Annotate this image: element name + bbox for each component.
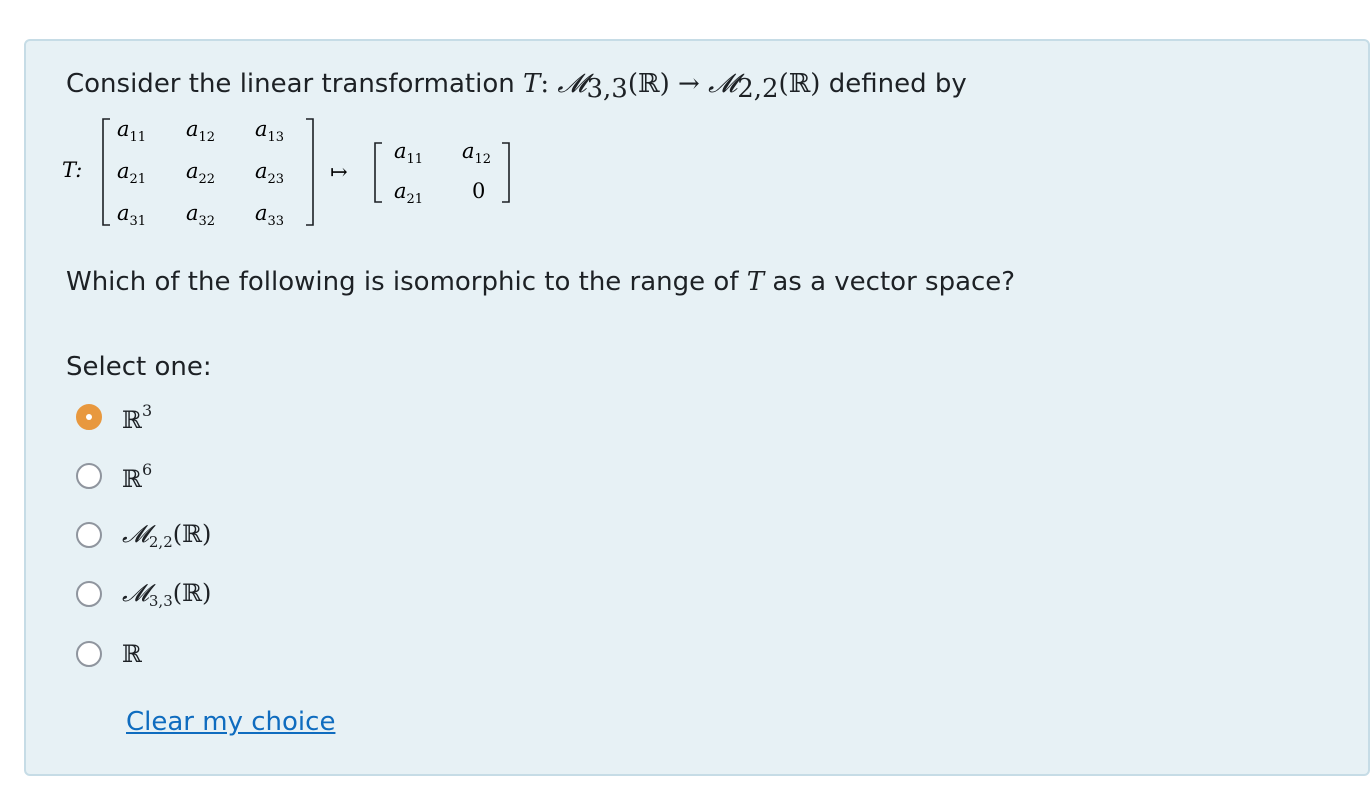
radio-m22[interactable] bbox=[76, 522, 102, 548]
input-entry: a33 bbox=[255, 201, 284, 229]
option-sub: 3,3 bbox=[148, 591, 173, 610]
output-entry: a21 bbox=[394, 179, 423, 207]
option-r6[interactable]: ℝ6 bbox=[76, 459, 152, 493]
matrix-mapping-svg: T: a11 a12 a13a21 a22 a23a31 a32 a33 ↦ a11 a12a… bbox=[62, 117, 510, 229]
output-left-bracket bbox=[374, 142, 382, 203]
option-sup: 6 bbox=[141, 459, 153, 479]
intro-suffix: defined by bbox=[820, 69, 967, 99]
option-base: 𝓜 bbox=[122, 519, 149, 548]
option-base: 𝓜 bbox=[122, 578, 149, 607]
option-m22[interactable]: 𝓜2,2(ℝ) bbox=[76, 518, 211, 552]
input-entry: a31 bbox=[117, 201, 146, 229]
codomain-field: (ℝ) bbox=[778, 69, 821, 99]
input-entry: a13 bbox=[255, 117, 284, 145]
option-label: 𝓜3,3(ℝ) bbox=[122, 579, 211, 610]
option-r3[interactable]: ℝ3 bbox=[76, 400, 152, 434]
output-matrix: a11 a12 a21 0 bbox=[394, 139, 491, 207]
output-entry: 0 bbox=[472, 179, 485, 203]
option-base: ℝ bbox=[122, 640, 142, 668]
input-right-bracket bbox=[306, 118, 314, 226]
option-base: ℝ bbox=[122, 464, 142, 493]
codomain-space: 𝓜 bbox=[708, 69, 738, 99]
domain-space: 𝓜 bbox=[557, 69, 587, 99]
arrow: → bbox=[678, 69, 700, 99]
prompt-t: T bbox=[746, 267, 765, 297]
input-entry: a11 bbox=[117, 117, 146, 145]
input-entry: a12 bbox=[186, 117, 215, 145]
option-label: ℝ6 bbox=[122, 460, 152, 493]
domain-field: (ℝ) bbox=[627, 69, 670, 99]
maps-to-arrow: ↦ bbox=[330, 160, 348, 184]
domain-sub: 3,3 bbox=[586, 74, 628, 104]
clear-my-choice-link[interactable]: Clear my choice bbox=[126, 707, 335, 737]
option-label: ℝ bbox=[122, 640, 142, 668]
option-sub: 2,2 bbox=[148, 532, 173, 551]
option-r[interactable]: ℝ bbox=[76, 637, 142, 671]
codomain-sub: 2,2 bbox=[737, 74, 779, 104]
question-intro: Consider the linear transformation T: 𝓜3… bbox=[66, 69, 967, 104]
t-label: T: bbox=[62, 158, 82, 182]
select-one-label: Select one: bbox=[66, 352, 212, 382]
prompt-prefix: Which of the following is isomorphic to … bbox=[66, 267, 747, 297]
radio-r[interactable] bbox=[76, 641, 102, 667]
question-prompt: Which of the following is isomorphic to … bbox=[66, 267, 1015, 297]
output-entry: a11 bbox=[394, 139, 423, 167]
input-entry: a23 bbox=[255, 159, 284, 187]
colon: : bbox=[540, 69, 550, 99]
option-tail: (ℝ) bbox=[172, 519, 212, 548]
option-base: ℝ bbox=[122, 405, 142, 434]
transformation-formula: T: a11 a12 a13 a21 a22 a23 a31 a32 a33 ↦ a11 a12 a… bbox=[62, 111, 522, 231]
option-tail: (ℝ) bbox=[172, 578, 212, 607]
option-sup: 3 bbox=[141, 400, 153, 420]
input-entry: a21 bbox=[117, 159, 146, 187]
radio-m33[interactable] bbox=[76, 581, 102, 607]
question-card: Consider the linear transformation T: 𝓜3… bbox=[24, 39, 1370, 776]
input-entry: a32 bbox=[186, 201, 215, 229]
option-label: 𝓜2,2(ℝ) bbox=[122, 520, 211, 551]
output-entry: a12 bbox=[462, 139, 491, 167]
output-right-bracket bbox=[502, 142, 510, 203]
input-matrix: a11 a12 a13 a21 a22 a23 a31 a32 a33 bbox=[117, 117, 284, 229]
input-entry: a22 bbox=[186, 159, 215, 187]
radio-r6[interactable] bbox=[76, 463, 102, 489]
intro-prefix: Consider the linear transformation bbox=[66, 69, 523, 99]
t-symbol: T bbox=[522, 69, 541, 99]
radio-r3[interactable] bbox=[76, 404, 102, 430]
option-m33[interactable]: 𝓜3,3(ℝ) bbox=[76, 577, 211, 611]
option-label: ℝ3 bbox=[122, 401, 152, 434]
prompt-suffix: as a vector space? bbox=[764, 267, 1016, 297]
input-left-bracket bbox=[102, 118, 110, 226]
